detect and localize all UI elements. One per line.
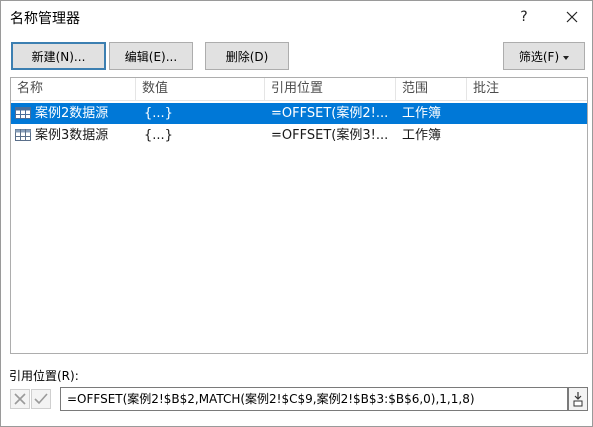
- row-scope: 工作簿: [402, 106, 442, 121]
- row-refers-to: =OFFSET(案例2!...: [271, 106, 389, 121]
- row-value: {...}: [144, 106, 173, 121]
- x-icon[interactable]: [10, 389, 30, 409]
- title-bar: 名称管理器 ?: [1, 1, 592, 35]
- chevron-down-icon: [563, 55, 570, 60]
- row-comment: [467, 103, 587, 124]
- help-button[interactable]: ?: [512, 5, 536, 29]
- row-name: 案例2数据源: [35, 106, 109, 121]
- refers-to-label: 引用位置(R):: [9, 369, 79, 383]
- collapse-dialog-button[interactable]: [568, 387, 588, 411]
- new-button[interactable]: 新建(N)...: [11, 42, 106, 70]
- list-header: 名称 数值 引用位置 范围 批注: [11, 78, 587, 101]
- table-grid-icon: [15, 129, 31, 141]
- row-name: 案例3数据源: [35, 128, 109, 143]
- collapse-dialog-icon: [573, 392, 583, 407]
- close-button[interactable]: [560, 5, 584, 29]
- name-manager-dialog: 名称管理器 ? 新建(N)... 编辑(E)... 删除(D) 筛选(F) 名称…: [0, 0, 593, 427]
- delete-button[interactable]: 删除(D): [205, 42, 289, 70]
- table-row[interactable]: 案例3数据源 {...} =OFFSET(案例3!... 工作簿: [11, 125, 587, 146]
- delete-button-label: 删除(D): [225, 50, 269, 64]
- filter-button[interactable]: 筛选(F): [503, 42, 585, 70]
- close-icon: [566, 11, 578, 23]
- column-header-refers-to[interactable]: 引用位置: [265, 78, 395, 100]
- row-scope: 工作簿: [402, 128, 442, 143]
- row-comment: [467, 125, 587, 146]
- column-header-name[interactable]: 名称: [11, 78, 135, 100]
- table-grid-icon: [15, 107, 31, 119]
- table-row[interactable]: 案例2数据源 {...} =OFFSET(案例2!... 工作簿: [11, 103, 587, 124]
- refers-to-input[interactable]: =OFFSET(案例2!$B$2,MATCH(案例2!$C$9,案例2!$B$3…: [60, 387, 568, 411]
- checkmark-icon[interactable]: [31, 389, 51, 409]
- new-button-label: 新建(N)...: [31, 50, 86, 64]
- column-header-comment[interactable]: 批注: [467, 78, 587, 100]
- window-title: 名称管理器: [10, 11, 80, 27]
- names-list[interactable]: 名称 数值 引用位置 范围 批注 案例2数据源 {...} =OFFSET(案例…: [10, 77, 588, 354]
- filter-button-label: 筛选(F): [518, 50, 560, 64]
- column-header-scope[interactable]: 范围: [396, 78, 466, 100]
- row-refers-to: =OFFSET(案例3!...: [271, 128, 389, 143]
- row-value: {...}: [144, 128, 173, 143]
- edit-button[interactable]: 编辑(E)...: [109, 42, 193, 70]
- edit-button-label: 编辑(E)...: [124, 50, 178, 64]
- column-header-value[interactable]: 数值: [136, 78, 264, 100]
